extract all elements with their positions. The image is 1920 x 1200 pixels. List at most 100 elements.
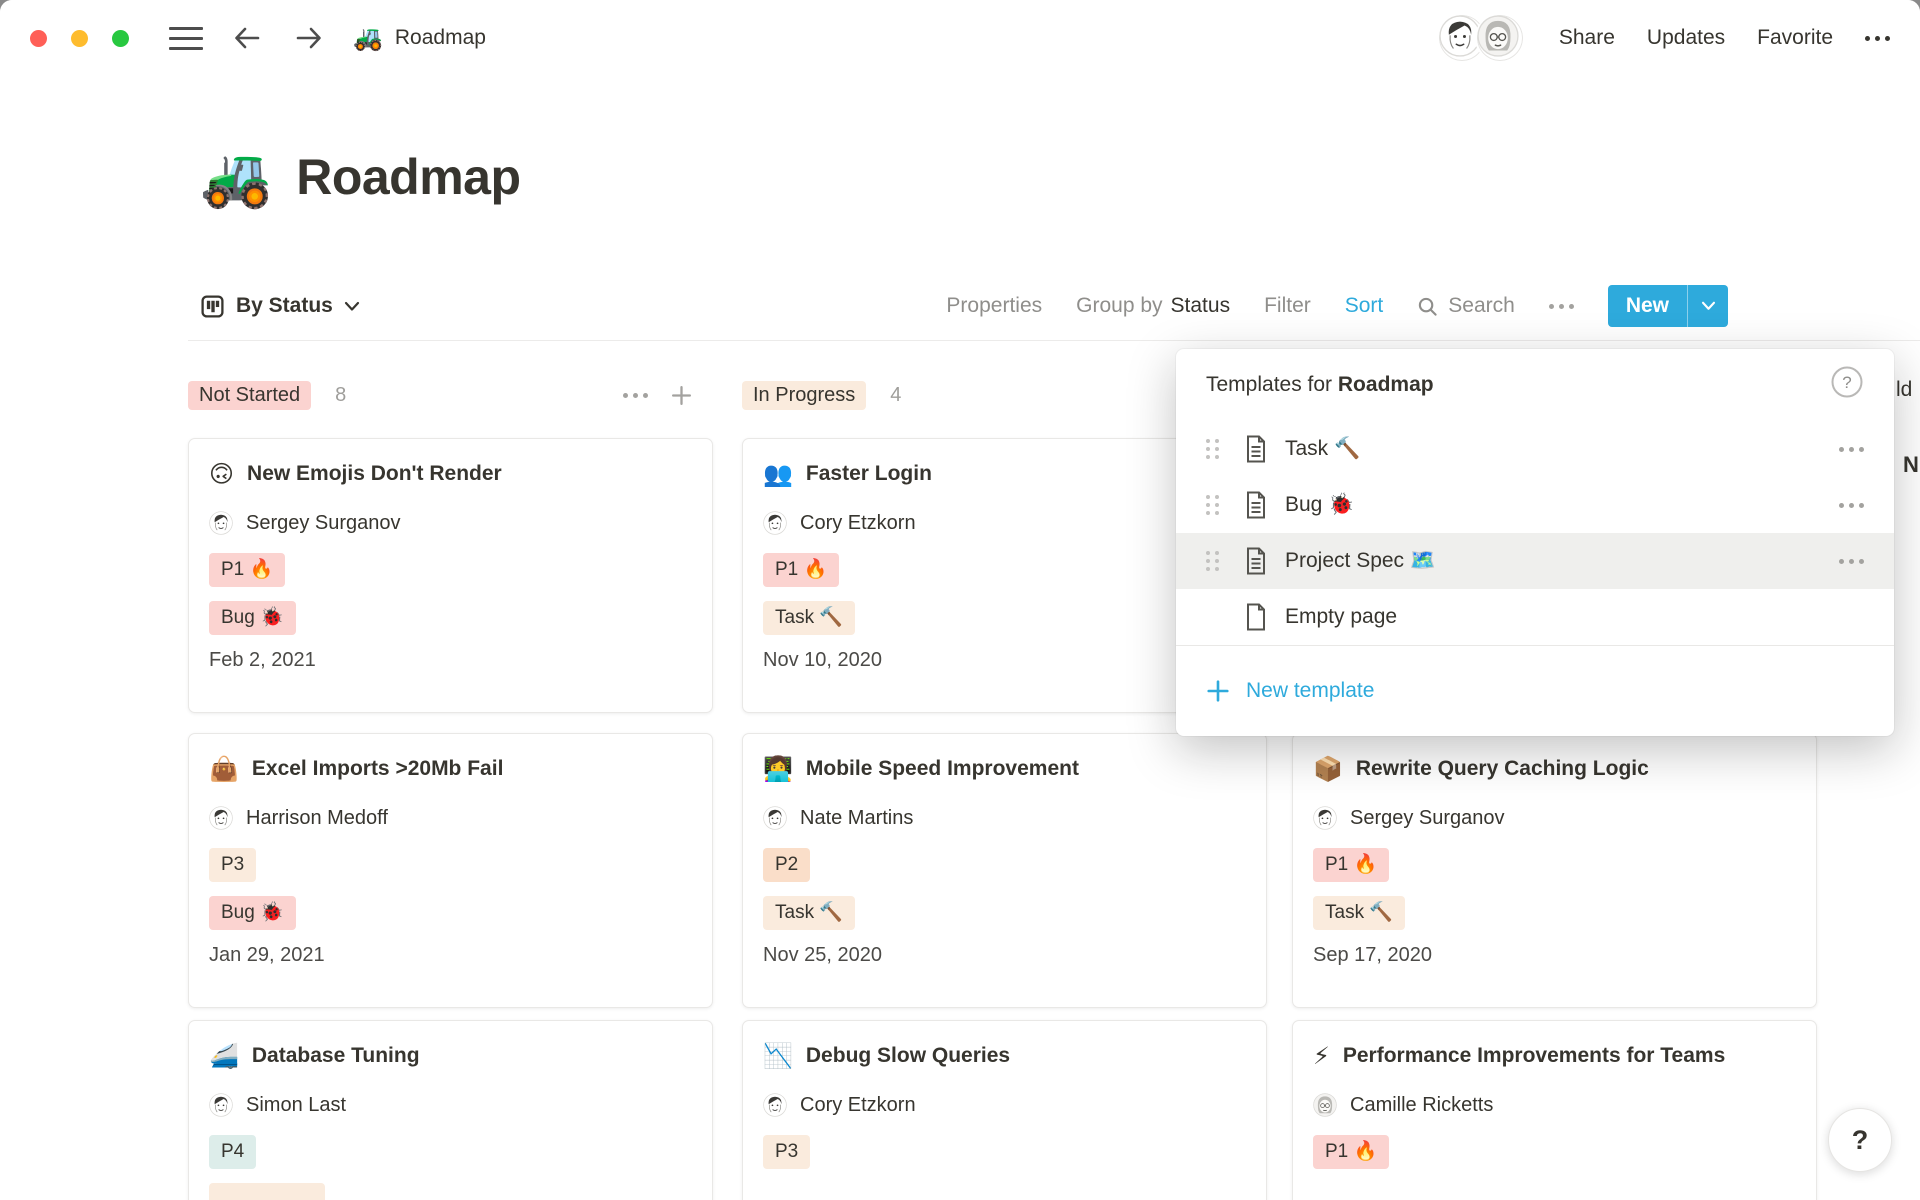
- card-title: New Emojis Don't Render: [247, 459, 502, 489]
- board-card[interactable]: 📉Debug Slow Queries Cory Etzkorn P3: [742, 1020, 1267, 1200]
- template-label: Project Spec 🗺️: [1285, 549, 1436, 573]
- minimize-window-button[interactable]: [71, 30, 88, 47]
- assignee-name: Cory Etzkorn: [800, 1094, 916, 1117]
- template-label: Task 🔨: [1285, 437, 1360, 461]
- avatar[interactable]: [1475, 13, 1525, 63]
- page-title[interactable]: Roadmap: [296, 148, 520, 206]
- close-window-button[interactable]: [30, 30, 47, 47]
- presence-avatars[interactable]: [1437, 13, 1525, 63]
- assignee-avatar: [209, 1093, 233, 1117]
- favorite-button[interactable]: Favorite: [1757, 26, 1833, 50]
- board-card[interactable]: 🚄Database Tuning Simon Last P4: [188, 1020, 713, 1200]
- assignee-name: Cory Etzkorn: [800, 512, 916, 535]
- template-page-icon: [1244, 435, 1268, 463]
- assignee-name: Camille Ricketts: [1350, 1094, 1493, 1117]
- card-title: Debug Slow Queries: [806, 1041, 1010, 1071]
- column-more-options-icon[interactable]: [623, 393, 648, 398]
- template-more-options-icon[interactable]: [1839, 559, 1864, 564]
- templates-help-icon[interactable]: ?: [1830, 365, 1864, 405]
- card-date: Nov 25, 2020: [763, 944, 1246, 967]
- board-column-not-started: Not Started 8 🙃New Emojis Don't Render S…: [188, 378, 715, 412]
- assignee-avatar: [209, 511, 233, 535]
- sidebar-menu-icon[interactable]: [169, 27, 203, 50]
- drag-handle-icon[interactable]: [1206, 551, 1222, 571]
- new-dropdown-chevron-icon[interactable]: [1688, 285, 1728, 327]
- priority-badge: P2: [763, 848, 810, 882]
- properties-button[interactable]: Properties: [946, 294, 1042, 318]
- plus-icon: [1206, 679, 1230, 703]
- new-template-label: New template: [1246, 679, 1374, 703]
- search-icon: [1417, 296, 1438, 317]
- template-item-task[interactable]: Task 🔨: [1176, 421, 1894, 477]
- search-button[interactable]: Search: [1417, 294, 1515, 318]
- popup-title-subject: Roadmap: [1338, 373, 1434, 396]
- card-title: Rewrite Query Caching Logic: [1356, 754, 1649, 784]
- board-card[interactable]: 📦 Rewrite Query Caching Logic Sergey Surg…: [1292, 733, 1817, 1008]
- clipped-text-fragment: N: [1903, 452, 1919, 478]
- forward-button[interactable]: [291, 20, 327, 56]
- view-switcher[interactable]: By Status: [200, 294, 360, 319]
- assignee-avatar: [1313, 1093, 1337, 1117]
- view-toolbar: By Status Properties Group by Status Fil…: [188, 272, 1920, 341]
- new-button[interactable]: New: [1608, 285, 1728, 327]
- add-card-icon[interactable]: [670, 384, 693, 407]
- type-badge: Bug 🐞: [209, 896, 296, 930]
- card-date: Feb 2, 2021: [209, 649, 692, 672]
- breadcrumb[interactable]: 🚜 Roadmap: [353, 24, 486, 52]
- clipped-text-fragment: ld: [1896, 378, 1912, 402]
- assignee-name: Harrison Medoff: [246, 807, 388, 830]
- page-emoji-icon: 🚜: [200, 148, 272, 206]
- new-template-button[interactable]: New template: [1176, 645, 1894, 736]
- board-card[interactable]: 👩‍💻Mobile Speed Improvement Nate Martins…: [742, 733, 1267, 1008]
- group-by-button[interactable]: Group by Status: [1076, 294, 1230, 318]
- priority-badge: P4: [209, 1135, 256, 1169]
- card-title: Faster Login: [806, 459, 932, 489]
- assignee-name: Sergey Surganov: [246, 512, 401, 535]
- board-view-icon: [200, 294, 225, 319]
- template-item-bug[interactable]: Bug 🐞: [1176, 477, 1894, 533]
- drag-handle-icon[interactable]: [1206, 495, 1222, 515]
- card-title: Performance Improvements for Teams: [1343, 1041, 1725, 1071]
- empty-page-icon: [1244, 603, 1268, 631]
- card-title: Database Tuning: [252, 1041, 420, 1071]
- assignee-avatar: [209, 806, 233, 830]
- column-status-badge: Not Started: [188, 381, 311, 410]
- filter-button[interactable]: Filter: [1264, 294, 1311, 318]
- share-button[interactable]: Share: [1559, 26, 1615, 50]
- svg-text:?: ?: [1842, 373, 1851, 392]
- type-badge: Task 🔨: [763, 601, 855, 635]
- board-card[interactable]: ⚡Performance Improvements for Teams Cami…: [1292, 1020, 1817, 1200]
- type-badge: Task 🔨: [1313, 896, 1405, 930]
- column-count: 4: [890, 384, 901, 407]
- updates-button[interactable]: Updates: [1647, 26, 1725, 50]
- board-card[interactable]: 👜 Excel Imports >20Mb Fail Harrison Medof…: [188, 733, 713, 1008]
- card-emoji-icon: 🚄: [209, 1041, 239, 1071]
- template-page-icon: [1244, 491, 1268, 519]
- search-label: Search: [1448, 294, 1515, 318]
- template-page-icon: [1244, 547, 1268, 575]
- group-by-label: Group by: [1076, 294, 1162, 318]
- priority-badge: P1 🔥: [209, 553, 285, 587]
- more-options-icon[interactable]: [1865, 36, 1890, 41]
- template-more-options-icon[interactable]: [1839, 503, 1864, 508]
- drag-handle-icon[interactable]: [1206, 439, 1222, 459]
- template-item-project-spec[interactable]: Project Spec 🗺️: [1176, 533, 1894, 589]
- template-more-options-icon[interactable]: [1839, 447, 1864, 452]
- card-emoji-icon: 📦: [1313, 754, 1343, 784]
- priority-badge: P1 🔥: [1313, 848, 1389, 882]
- card-emoji-icon: 👩‍💻: [763, 754, 793, 784]
- assignee-name: Sergey Surganov: [1350, 807, 1505, 830]
- back-button[interactable]: [229, 20, 265, 56]
- card-title: Excel Imports >20Mb Fail: [252, 754, 504, 784]
- board-card[interactable]: 🙃New Emojis Don't Render Sergey Surganov…: [188, 438, 713, 713]
- type-badge: Bug 🐞: [209, 601, 296, 635]
- card-emoji-icon: 👜: [209, 754, 239, 784]
- template-item-empty-page[interactable]: Empty page: [1176, 589, 1894, 645]
- doc-emoji-icon: 🚜: [353, 24, 383, 52]
- help-button[interactable]: ?: [1828, 1108, 1892, 1172]
- card-emoji-icon: 👥: [763, 459, 793, 489]
- card-date: Jan 29, 2021: [209, 944, 692, 967]
- zoom-window-button[interactable]: [112, 30, 129, 47]
- view-more-options-icon[interactable]: [1549, 304, 1574, 309]
- sort-button[interactable]: Sort: [1345, 294, 1384, 318]
